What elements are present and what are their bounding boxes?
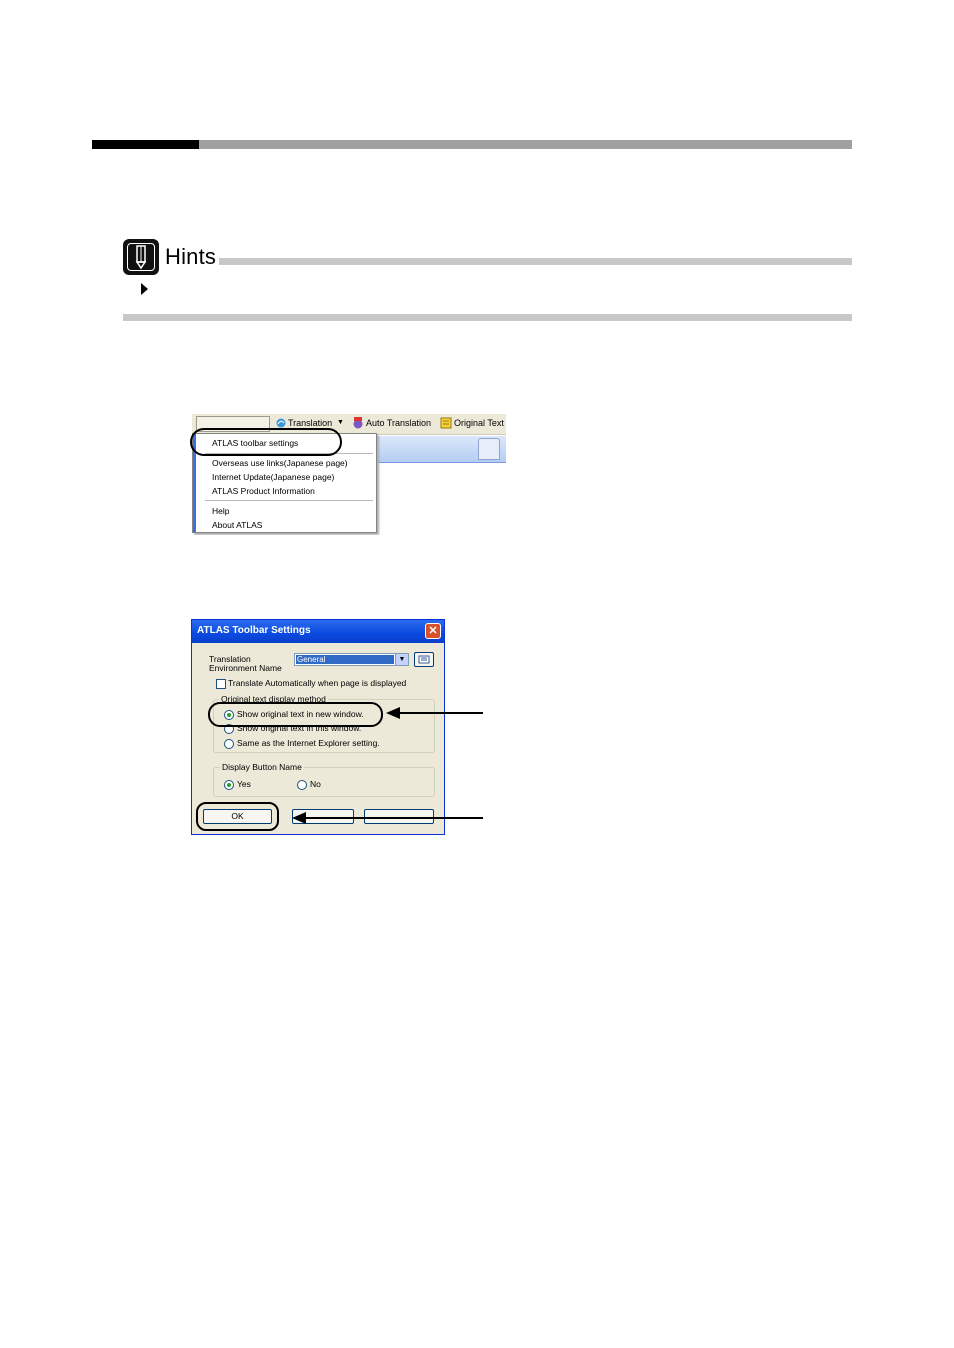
toolbar-translation[interactable]: Translation [288, 418, 332, 428]
close-icon[interactable]: ✕ [425, 623, 441, 639]
hints-rule [219, 258, 852, 265]
hints-rule-bottom [123, 314, 852, 321]
chevron-down-icon[interactable]: ▼ [395, 654, 408, 665]
callout-arrows [292, 707, 483, 824]
chevron-down-icon[interactable]: ▼ [337, 419, 344, 426]
ie-tab[interactable] [478, 438, 500, 460]
menu-item-internet-update[interactable]: Internet Update(Japanese page) [212, 472, 334, 482]
original-text-icon [440, 417, 452, 429]
env-settings-icon [418, 655, 430, 664]
env-select[interactable]: General ▼ [294, 653, 409, 666]
menu-item-product-info[interactable]: ATLAS Product Information [212, 486, 315, 496]
env-label-line2: Environment Name [209, 663, 282, 673]
auto-translate-label: Translate Automatically when page is dis… [228, 678, 407, 688]
cancel-button[interactable] [292, 809, 354, 824]
radio-ie-setting-label: Same as the Internet Explorer setting. [237, 738, 380, 748]
auto-translation-icon [353, 417, 363, 429]
dialog-titlebar: ATLAS Toolbar Settings ✕ [192, 620, 444, 643]
menu-item-callout-oval [190, 428, 342, 456]
env-select-value: General [296, 655, 394, 664]
radio-callout-oval [208, 702, 383, 727]
radio-yes[interactable] [224, 780, 234, 790]
section-rule-black [92, 140, 199, 149]
radio-no-label: No [310, 779, 321, 789]
dialog-title: ATLAS Toolbar Settings [197, 625, 311, 636]
toolbar-auto-translation[interactable]: Auto Translation [366, 418, 431, 428]
translation-icon [276, 418, 286, 428]
radio-yes-label: Yes [237, 779, 251, 789]
menu-item-overseas-links[interactable]: Overseas use links(Japanese page) [212, 458, 348, 468]
menu-item-about[interactable]: About ATLAS [212, 520, 262, 530]
radio-ie-setting[interactable] [224, 739, 234, 749]
menu-item-help[interactable]: Help [212, 506, 229, 516]
menu-separator [205, 500, 373, 501]
radio-no[interactable] [297, 780, 307, 790]
section-rule-gray [199, 140, 852, 149]
ok-callout-oval [196, 802, 279, 831]
button-name-label: Display Button Name [220, 762, 304, 772]
toolbar-original-text[interactable]: Original Text [454, 418, 504, 428]
help-button[interactable] [364, 809, 434, 824]
auto-translate-checkbox[interactable] [216, 679, 226, 689]
env-settings-button[interactable] [414, 652, 434, 667]
hints-title: Hints [165, 244, 217, 269]
pencil-note-icon [123, 239, 159, 275]
bullet-triangle-icon [141, 283, 148, 295]
